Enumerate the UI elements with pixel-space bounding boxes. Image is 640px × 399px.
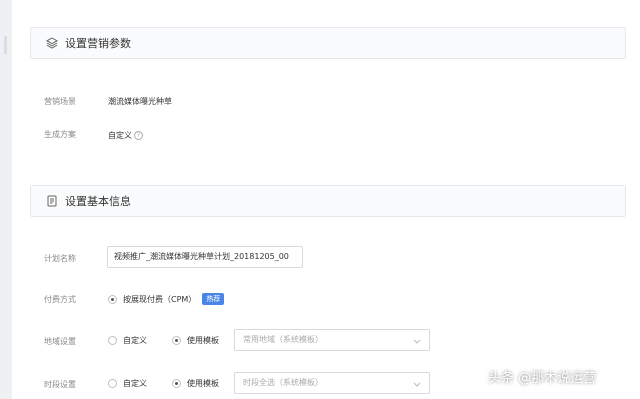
section-header-basic: 设置基本信息 (30, 185, 626, 217)
time-template-select[interactable]: 时段全选（系统模板） (234, 372, 430, 394)
time-select-value: 时段全选（系统模板） (243, 378, 323, 387)
scene-value: 潮流媒体曝光种草 (108, 97, 172, 106)
region-select-value: 常用地域（系统模板） (243, 335, 323, 344)
time-custom-label: 自定义 (123, 379, 147, 388)
time-label: 时段设置 (44, 380, 76, 389)
document-icon (45, 194, 59, 208)
section-title: 设置营销参数 (65, 37, 131, 50)
radio-dot (108, 336, 117, 345)
plan-name-input[interactable]: 视频推广_潮流媒体曝光种草计划_20181205_00 (107, 246, 303, 268)
left-rail (0, 0, 12, 399)
region-label: 地域设置 (44, 337, 76, 346)
plan-name-label: 计划名称 (44, 254, 76, 263)
watermark: 头条 @那木说运营 (488, 371, 597, 386)
region-template-radio[interactable]: 使用模板 (172, 335, 219, 346)
region-custom-label: 自定义 (123, 336, 147, 345)
plan-value-row: 自定义? (108, 130, 143, 141)
plan-value: 自定义 (108, 131, 132, 140)
time-template-label: 使用模板 (187, 379, 219, 388)
plan-label: 生成方案 (44, 130, 76, 139)
chevron-down-icon (413, 333, 421, 353)
payment-label: 付费方式 (44, 295, 76, 304)
region-template-label: 使用模板 (187, 336, 219, 345)
radio-dot (172, 379, 181, 388)
region-template-select[interactable]: 常用地域（系统模板） (234, 329, 430, 351)
help-icon[interactable]: ? (134, 131, 143, 140)
radio-dot (108, 379, 117, 388)
section-title: 设置基本信息 (65, 195, 131, 208)
time-custom-radio[interactable]: 自定义 (108, 378, 147, 389)
scene-label: 营销场景 (44, 97, 76, 106)
radio-dot (108, 294, 117, 304)
section-header-marketing: 设置营销参数 (30, 27, 626, 59)
chevron-down-icon (413, 376, 421, 396)
recommended-badge: 热荐 (202, 293, 225, 305)
radio-dot (172, 336, 181, 345)
time-template-radio[interactable]: 使用模板 (172, 378, 219, 389)
rail-marker (4, 36, 7, 54)
region-custom-radio[interactable]: 自定义 (108, 335, 147, 346)
payment-option-label: 按展现付费（CPM） (123, 294, 197, 304)
layers-icon (45, 36, 59, 50)
payment-cpm-radio[interactable]: 按展现付费（CPM） 热荐 (108, 293, 225, 305)
